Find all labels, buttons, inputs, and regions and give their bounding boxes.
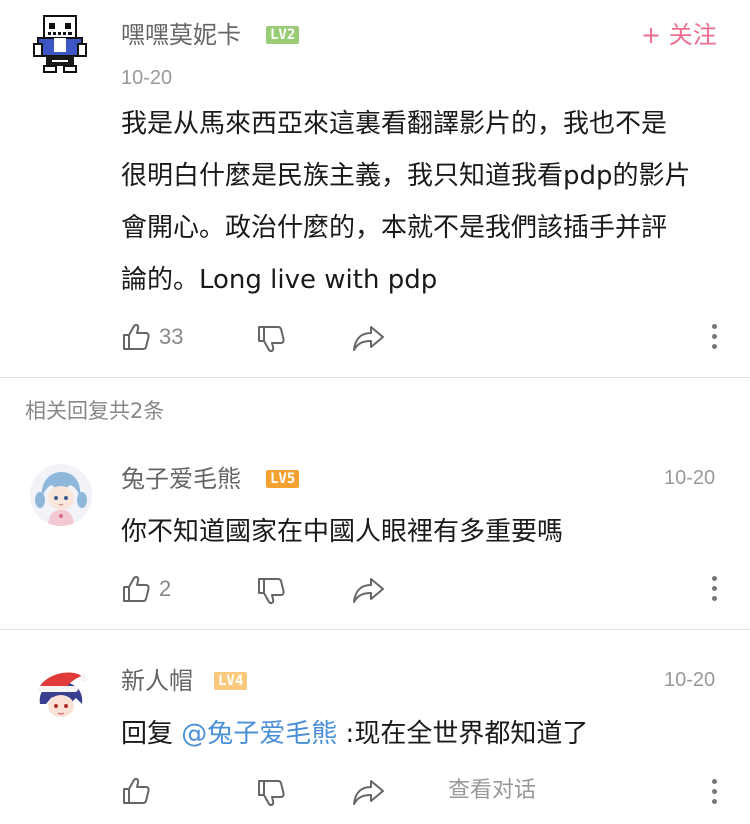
thumbs-up-icon bbox=[123, 576, 150, 602]
comment-date: 10-20 bbox=[121, 67, 173, 89]
comment-body: 我是从馬來西亞來這裏看翻譯影片的，我也不是 很明白什麼是民族主義，我只知道我看p… bbox=[121, 98, 721, 306]
more-vertical-icon bbox=[711, 576, 717, 581]
reply-date: 10-20 bbox=[664, 669, 716, 691]
more-vertical-icon bbox=[711, 324, 717, 329]
like-button[interactable] bbox=[121, 776, 151, 806]
avatar[interactable] bbox=[30, 664, 92, 726]
divider bbox=[0, 377, 750, 378]
share-button[interactable] bbox=[352, 777, 386, 807]
avatar[interactable] bbox=[30, 14, 90, 76]
level-badge: LV4 bbox=[214, 672, 248, 690]
avatar[interactable] bbox=[30, 464, 92, 526]
comment-username[interactable]: 嘿嘿莫妮卡 bbox=[121, 20, 241, 50]
like-count: 2 bbox=[159, 576, 172, 601]
view-conversation-link[interactable]: 查看对话 bbox=[448, 776, 536, 806]
anime-girl-avatar-icon bbox=[30, 464, 92, 526]
divider bbox=[0, 629, 750, 630]
reply-username[interactable]: 兔子爱毛熊 bbox=[121, 464, 241, 494]
more-options-button[interactable] bbox=[708, 576, 720, 601]
comment-line: 我是从馬來西亞來這裏看翻譯影片的，我也不是 bbox=[121, 109, 668, 139]
replies-header: 相关回复共2条 bbox=[25, 399, 165, 423]
share-button[interactable] bbox=[352, 575, 386, 605]
thumbs-up-icon bbox=[123, 324, 150, 350]
thumbs-down-icon bbox=[258, 780, 285, 806]
share-button[interactable] bbox=[352, 323, 386, 353]
pixel-skeleton-avatar-icon bbox=[33, 15, 87, 73]
dislike-button[interactable] bbox=[256, 324, 286, 354]
thumbs-down-icon bbox=[258, 578, 285, 604]
follow-button[interactable]: + 关注 bbox=[641, 20, 717, 50]
reply-username[interactable]: 新人帽 bbox=[121, 666, 193, 696]
thumbs-down-icon bbox=[258, 326, 285, 352]
comment-line: 會開心。政治什麼的，本就不是我們該插手并評 bbox=[121, 213, 668, 243]
comment-line: 很明白什麼是民族主義，我只知道我看pdp的影片 bbox=[121, 161, 691, 191]
mention-link[interactable]: @兔子爱毛熊 bbox=[181, 719, 337, 749]
reply-body: 回复 @兔子爱毛熊 :现在全世界都知道了 bbox=[121, 708, 588, 760]
like-count: 33 bbox=[159, 324, 184, 349]
more-vertical-icon bbox=[711, 779, 717, 784]
reply-prefix: 回复 bbox=[121, 719, 174, 749]
like-button[interactable]: 2 bbox=[121, 574, 171, 604]
level-badge: LV5 bbox=[266, 470, 300, 488]
thumbs-up-icon bbox=[123, 778, 150, 804]
like-button[interactable]: 33 bbox=[121, 322, 183, 352]
more-options-button[interactable] bbox=[708, 779, 720, 804]
more-options-button[interactable] bbox=[708, 324, 720, 349]
level-badge: LV2 bbox=[266, 26, 300, 44]
santa-hat-avatar-icon bbox=[30, 664, 92, 726]
reply-body: 你不知道國家在中國人眼裡有多重要嗎 bbox=[121, 517, 564, 547]
comment-line: 論的。Long live with pdp bbox=[121, 265, 438, 295]
share-arrow-icon bbox=[353, 578, 384, 603]
reply-date: 10-20 bbox=[664, 467, 716, 489]
dislike-button[interactable] bbox=[256, 778, 286, 808]
reply-text: :现在全世界都知道了 bbox=[337, 719, 589, 749]
share-arrow-icon bbox=[353, 780, 384, 805]
dislike-button[interactable] bbox=[256, 576, 286, 606]
share-arrow-icon bbox=[353, 326, 384, 351]
